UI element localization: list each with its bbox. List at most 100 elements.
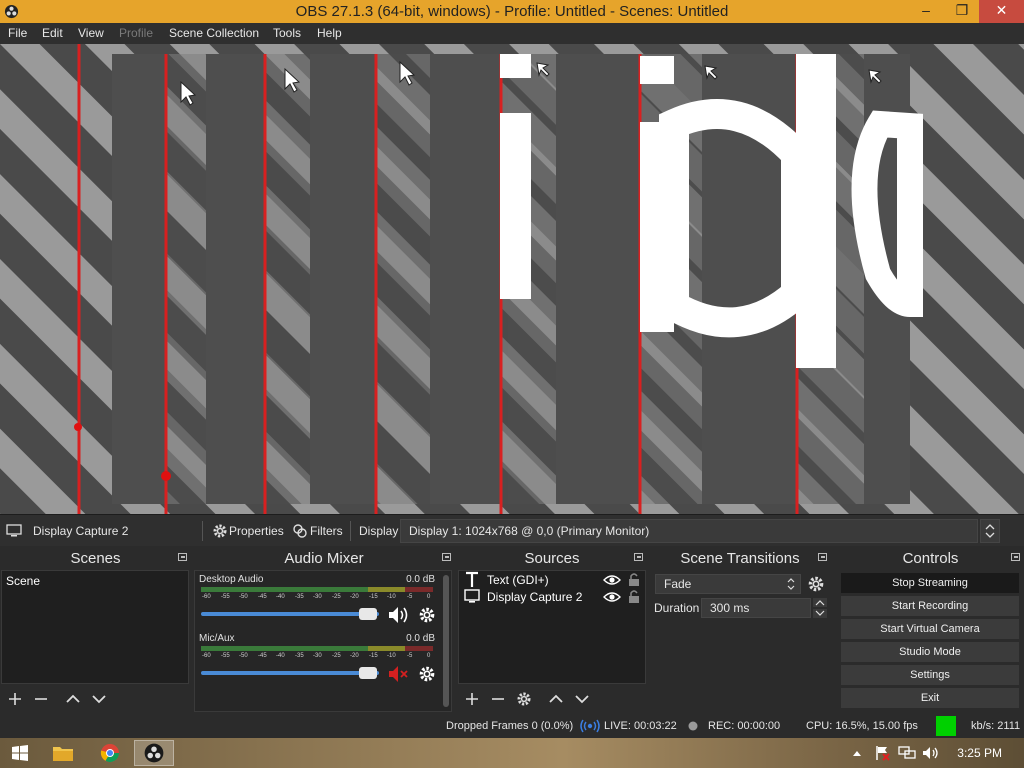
tick-label: -55 xyxy=(221,653,230,659)
gear-icon[interactable] xyxy=(418,606,436,624)
display-select-arrows[interactable] xyxy=(980,519,1000,543)
show-hidden-icons-icon[interactable] xyxy=(852,749,862,757)
close-button[interactable]: ✕ xyxy=(979,0,1024,23)
move-source-up-button[interactable] xyxy=(545,686,567,712)
tick-label: -50 xyxy=(239,653,248,659)
display-select[interactable]: Display 1: 1024x768 @ 0,0 (Primary Monit… xyxy=(400,519,978,543)
menu-edit[interactable]: Edit xyxy=(42,26,63,40)
channel-db: 0.0 dB xyxy=(406,574,435,585)
mixer-scrollbar[interactable] xyxy=(443,575,449,707)
restore-button[interactable]: ❐ xyxy=(945,0,979,23)
move-source-down-button[interactable] xyxy=(571,686,593,712)
menu-tools[interactable]: Tools xyxy=(273,26,301,40)
gear-icon[interactable] xyxy=(418,665,436,683)
float-dock-icon[interactable] xyxy=(442,553,451,561)
chevron-updown-icon xyxy=(787,578,795,590)
meter-ticks: -60 -55 -50 -45 -40 -35 -30 -25 -20 -15 … xyxy=(199,653,435,663)
preview-canvas[interactable] xyxy=(0,44,1024,514)
tick-label: -25 xyxy=(332,594,341,600)
menu-scene-collection[interactable]: Scene Collection xyxy=(169,26,259,40)
menu-profile[interactable]: Profile xyxy=(119,26,153,40)
muted-speaker-icon[interactable] xyxy=(387,664,409,684)
source-toolbar: Display Capture 2 Properties Filters Dis… xyxy=(0,514,1024,546)
exit-button[interactable]: Exit xyxy=(841,688,1019,708)
transition-select[interactable]: Fade xyxy=(655,574,801,594)
tick-label: -10 xyxy=(387,653,396,659)
chrome-icon xyxy=(100,744,119,763)
action-center-flag-icon[interactable] xyxy=(874,745,890,761)
minimize-button[interactable]: – xyxy=(909,0,943,23)
menu-help[interactable]: Help xyxy=(317,26,342,40)
move-scene-down-button[interactable] xyxy=(88,686,110,712)
source-item-text[interactable]: Text (GDI+) xyxy=(461,571,643,588)
properties-button[interactable]: Properties xyxy=(211,521,284,541)
transition-select-value: Fade xyxy=(664,577,692,591)
start-virtual-camera-button[interactable]: Start Virtual Camera xyxy=(841,619,1019,639)
duration-input[interactable]: 300 ms xyxy=(701,598,811,618)
source-name: Display Capture 2 xyxy=(487,590,583,604)
lock-icon[interactable] xyxy=(627,589,641,604)
source-item-display-capture[interactable]: Display Capture 2 xyxy=(461,588,643,605)
tick-label: -45 xyxy=(258,594,267,600)
tick-label: -5 xyxy=(407,594,413,600)
filters-button[interactable]: Filters xyxy=(291,521,345,541)
duration-spinner-icon[interactable] xyxy=(813,598,827,618)
display-select-value: Display 1: 1024x768 @ 0,0 (Primary Monit… xyxy=(409,524,650,538)
controls-title: Controls xyxy=(902,550,959,567)
rec-timer: REC: 00:00:00 xyxy=(708,720,781,732)
start-button[interactable] xyxy=(0,740,40,766)
monitor-icon xyxy=(464,589,480,603)
obs-taskbar-item[interactable] xyxy=(134,740,174,766)
gear-icon[interactable] xyxy=(807,575,825,593)
gear-icon xyxy=(517,692,531,706)
bitrate: kb/s: 2111 xyxy=(971,720,1021,732)
gear-icon xyxy=(213,524,227,538)
float-dock-icon[interactable] xyxy=(178,553,187,561)
volume-slider-track[interactable] xyxy=(201,671,379,675)
windows-logo-icon xyxy=(12,745,28,761)
divider xyxy=(202,521,203,541)
chevron-up-icon xyxy=(66,694,80,703)
chevron-down-icon xyxy=(575,695,589,704)
stop-streaming-button[interactable]: Stop Streaming xyxy=(841,573,1019,593)
taskbar-clock[interactable]: 3:25 PM xyxy=(957,746,1002,760)
remove-scene-button[interactable] xyxy=(30,686,52,712)
volume-slider-handle[interactable] xyxy=(359,608,377,620)
controls-dock: Controls Stop Streaming Start Recording … xyxy=(837,548,1024,714)
eye-icon[interactable] xyxy=(603,573,621,587)
float-dock-icon[interactable] xyxy=(634,553,643,561)
add-scene-button[interactable] xyxy=(4,686,26,712)
move-scene-up-button[interactable] xyxy=(62,686,84,712)
tick-label: -55 xyxy=(221,594,230,600)
chevron-down-icon xyxy=(92,695,106,704)
float-dock-icon[interactable] xyxy=(1011,553,1020,561)
text-icon xyxy=(466,571,478,587)
start-recording-button[interactable]: Start Recording xyxy=(841,596,1019,616)
scene-transitions-dock: Scene Transitions Fade Duration 300 ms xyxy=(649,548,831,714)
volume-meter xyxy=(201,587,433,592)
duration-value: 300 ms xyxy=(710,601,750,615)
float-dock-icon[interactable] xyxy=(818,553,827,561)
cpu-usage: CPU: 16.5%, 15.00 fps xyxy=(806,720,918,732)
studio-mode-button[interactable]: Studio Mode xyxy=(841,642,1019,662)
volume-slider-track[interactable] xyxy=(201,612,379,616)
volume-meter xyxy=(201,646,433,651)
divider xyxy=(350,521,351,541)
add-source-button[interactable] xyxy=(461,686,483,712)
scene-item[interactable]: Scene xyxy=(3,572,187,590)
source-properties-button[interactable] xyxy=(513,686,535,712)
lock-icon[interactable] xyxy=(627,572,641,587)
settings-button[interactable]: Settings xyxy=(841,665,1019,685)
menu-file[interactable]: File xyxy=(8,26,27,40)
network-icon[interactable] xyxy=(898,745,916,761)
channel-name: Desktop Audio xyxy=(199,574,264,585)
volume-icon[interactable] xyxy=(922,745,940,761)
eye-icon[interactable] xyxy=(603,590,621,604)
chrome-taskbar-item[interactable] xyxy=(90,740,130,766)
volume-slider-handle[interactable] xyxy=(359,667,377,679)
menu-view[interactable]: View xyxy=(78,26,104,40)
file-explorer-taskbar-item[interactable] xyxy=(43,740,83,766)
speaker-icon[interactable] xyxy=(387,605,409,625)
remove-source-button[interactable] xyxy=(487,686,509,712)
tick-label: -35 xyxy=(295,653,304,659)
